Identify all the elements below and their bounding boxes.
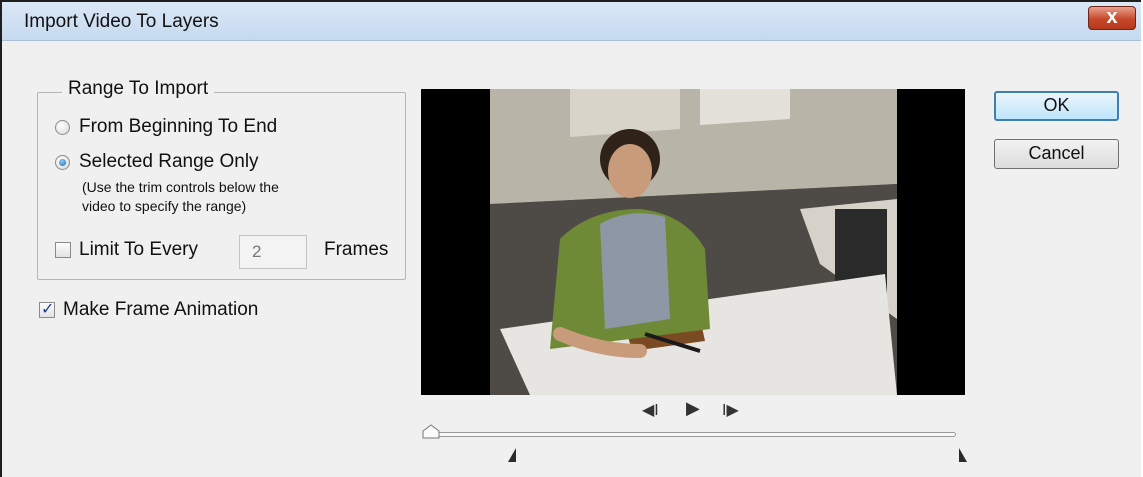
cancel-button[interactable]: Cancel: [994, 139, 1119, 169]
close-button[interactable]: x: [1088, 6, 1136, 30]
frame-interval-input[interactable]: 2: [239, 235, 307, 269]
trim-start-marker-icon[interactable]: [507, 447, 517, 463]
range-hint-line-1: (Use the trim controls below the: [82, 179, 279, 195]
range-group-title: Range To Import: [62, 78, 215, 100]
video-frame-image: [490, 89, 897, 395]
prev-frame-icon[interactable]: ◀I: [642, 400, 659, 420]
playhead-handle[interactable]: [421, 423, 443, 441]
scrubber-track[interactable]: [430, 432, 956, 437]
limit-to-every-label: Limit To Every: [79, 239, 198, 260]
ok-button[interactable]: OK: [994, 91, 1119, 121]
dialog-title: Import Video To Layers: [24, 11, 219, 32]
title-bar[interactable]: Import Video To Layers x: [2, 2, 1141, 41]
play-icon[interactable]: ▶: [686, 398, 700, 419]
radio-icon[interactable]: [55, 120, 70, 135]
radio-icon[interactable]: [55, 155, 70, 170]
frames-unit-label: Frames: [324, 239, 389, 260]
radio-selected-range-label: Selected Range Only: [79, 151, 259, 172]
range-hint-line-2: video to specify the range): [82, 198, 247, 214]
trim-end-marker-icon[interactable]: [958, 447, 968, 463]
checkbox-icon[interactable]: [39, 299, 55, 319]
make-frame-animation-label: Make Frame Animation: [63, 299, 259, 320]
close-icon: x: [1106, 6, 1118, 28]
radio-from-beginning-label: From Beginning To End: [79, 116, 278, 137]
checkbox-icon[interactable]: [55, 242, 71, 258]
next-frame-icon[interactable]: I▶: [722, 400, 739, 420]
import-video-dialog: Import Video To Layers x Range To Import…: [0, 0, 1141, 477]
video-preview: [421, 89, 965, 395]
